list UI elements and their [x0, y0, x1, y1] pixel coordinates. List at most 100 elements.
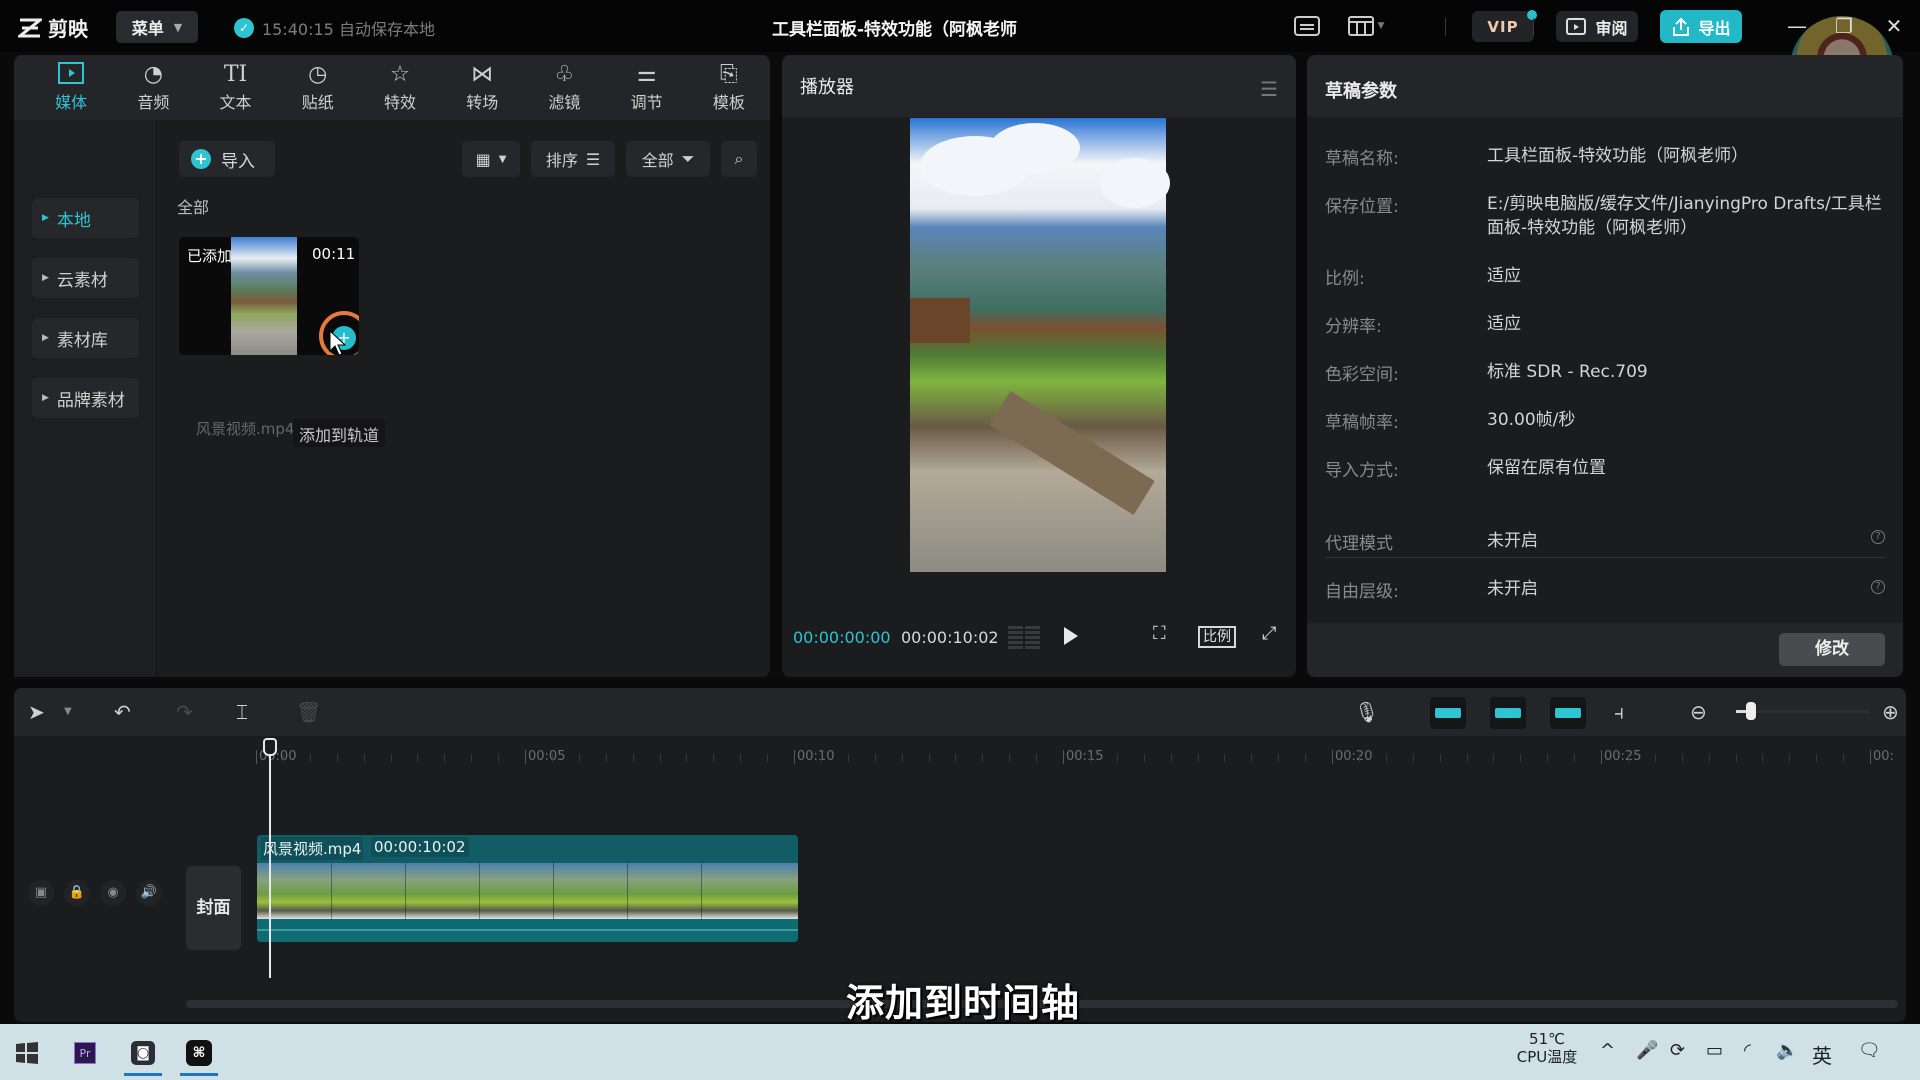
subtitle-shortcut-icon[interactable]	[1292, 14, 1322, 38]
battery-icon[interactable]: ▭	[1706, 1040, 1723, 1061]
taskbar-app-premiere[interactable]: Pr	[64, 1032, 106, 1074]
track-video-icon[interactable]: ▣	[28, 880, 54, 906]
sync-icon[interactable]: ⟳	[1670, 1040, 1685, 1061]
text-icon: TI	[223, 62, 248, 87]
zoom-out-icon[interactable]: ⊖	[1690, 700, 1707, 724]
import-button[interactable]: + 导入	[179, 141, 275, 177]
volume-icon[interactable]: 🔊	[136, 880, 162, 906]
view-mode-button[interactable]: ▦ ▼	[462, 141, 520, 177]
zoom-slider-handle[interactable]	[1746, 702, 1756, 720]
microphone-icon[interactable]: 🎤	[1636, 1040, 1658, 1061]
taskbar-app-capcut[interactable]: ⌘	[178, 1032, 220, 1076]
cover-button[interactable]: 封面	[186, 866, 241, 950]
filter-button[interactable]: 全部 ⏷	[626, 141, 710, 177]
tab-media[interactable]: 媒体	[30, 55, 112, 120]
param-value: 工具栏面板-特效功能（阿枫老师）	[1487, 146, 1749, 166]
notification-icon[interactable]: 🗨	[1858, 1040, 1881, 1061]
zoom-in-icon[interactable]: ⊕	[1882, 700, 1899, 724]
layout-icon[interactable]: ▼	[1342, 14, 1390, 38]
media-filename: 风景视频.mp4	[196, 420, 295, 438]
tab-audio[interactable]: ◔ 音频	[112, 55, 194, 120]
menu-icon[interactable]: ☰	[1260, 77, 1278, 101]
restore-icon[interactable]: ❐	[1829, 14, 1859, 38]
sidebar-item-library[interactable]: ▶ 素材库	[32, 318, 139, 358]
capcut-logo-icon	[18, 18, 42, 37]
upload-icon	[1673, 17, 1690, 36]
ruler-minor-tick	[1358, 754, 1360, 762]
minimize-icon[interactable]: —	[1782, 14, 1812, 38]
fullscreen-icon[interactable]: ⤢	[1262, 623, 1276, 644]
help-icon[interactable]: ?	[1871, 530, 1885, 544]
param-key: 保存位置:	[1325, 197, 1399, 217]
search-button[interactable]: ⌕	[721, 141, 757, 177]
playhead[interactable]	[269, 738, 271, 978]
asset-tabs: 媒体 ◔ 音频 TI 文本 ◷ 贴纸 ☆ 特效 ⋈ 转场 ♧ 滤镜 ⚌ 调节 ⎘…	[14, 55, 770, 120]
notification-dot	[1527, 10, 1537, 20]
waveform-line	[257, 929, 798, 931]
tab-text[interactable]: TI 文本	[194, 55, 276, 120]
start-button[interactable]	[6, 1032, 48, 1074]
ruler-minor-tick	[874, 754, 876, 762]
tab-template[interactable]: ⎘ 模板	[688, 55, 770, 120]
tab-effects[interactable]: ☆ 特效	[359, 55, 441, 120]
add-to-track-tooltip: 添加到轨道	[293, 419, 386, 447]
tab-label: 滤镜	[548, 93, 581, 112]
ruler-minor-tick	[847, 754, 849, 762]
review-button[interactable]: 审阅	[1556, 11, 1638, 42]
menu-button[interactable]: 菜单 ▼	[116, 11, 198, 43]
close-icon[interactable]: ✕	[1879, 14, 1909, 38]
ruler-minor-tick	[1143, 754, 1145, 762]
search-icon: ⌕	[734, 149, 744, 168]
ruler-minor-tick	[1251, 754, 1253, 762]
play-icon[interactable]	[1064, 627, 1078, 645]
taskbar-app-camera[interactable]: ◙	[122, 1032, 164, 1076]
preview-axis-icon[interactable]: ⫞	[1614, 700, 1624, 724]
sort-button[interactable]: 排序 ☰	[531, 141, 615, 177]
time-ruler[interactable]: 00:00 00:05 00:10 00:15 00:20 00:25 00:	[14, 736, 1906, 770]
auto-snap-button[interactable]	[1490, 697, 1526, 729]
redo-icon: ↷	[176, 700, 193, 724]
media-panel: 媒体 ◔ 音频 TI 文本 ◷ 贴纸 ☆ 特效 ⋈ 转场 ♧ 滤镜 ⚌ 调节 ⎘…	[14, 55, 770, 677]
zoom-slider-track[interactable]	[1736, 710, 1870, 713]
undo-icon[interactable]: ↶	[114, 700, 131, 724]
param-row: 草稿帧率: 30.00帧/秒	[1325, 408, 1885, 433]
speaker-icon[interactable]: 🔈	[1776, 1040, 1798, 1061]
param-key: 草稿名称:	[1325, 149, 1399, 169]
zoom-preview-icon[interactable]: ⛶	[1153, 623, 1166, 644]
sidebar-item-brand[interactable]: ▶ 品牌素材	[32, 378, 139, 418]
tab-transition[interactable]: ⋈ 转场	[441, 55, 523, 120]
param-row: 比例: 适应	[1325, 264, 1885, 289]
tab-label: 贴纸	[301, 93, 334, 112]
split-icon[interactable]: ⌶	[236, 700, 248, 724]
vip-button[interactable]: VIP	[1472, 11, 1534, 42]
export-button[interactable]: 导出	[1660, 10, 1742, 43]
video-preview[interactable]	[910, 118, 1170, 572]
tab-filter[interactable]: ♧ 滤镜	[523, 55, 605, 120]
frame-separator	[331, 863, 332, 919]
sidebar-item-cloud[interactable]: ▶ 云素材	[32, 258, 139, 298]
tab-adjust[interactable]: ⚌ 调节	[606, 55, 688, 120]
capcut-icon: ⌘	[186, 1040, 212, 1066]
chevron-down-icon[interactable]: ▼	[64, 706, 72, 717]
help-icon[interactable]: ?	[1871, 580, 1885, 594]
eye-icon[interactable]: ◉	[100, 880, 126, 906]
linkage-button[interactable]	[1550, 697, 1586, 729]
preview-cloud	[990, 123, 1080, 173]
ime-indicator[interactable]: 英	[1812, 1040, 1832, 1069]
param-value: 30.00帧/秒	[1487, 410, 1576, 430]
playhead-handle[interactable]	[263, 738, 277, 756]
select-tool-icon[interactable]: ➤	[28, 700, 45, 724]
main-track-magnet-button[interactable]	[1430, 697, 1466, 729]
ruler-minor-tick	[1278, 754, 1280, 762]
sidebar-item-local[interactable]: ▶ 本地	[32, 198, 139, 238]
aspect-ratio-button[interactable]: 比例	[1198, 626, 1236, 648]
tab-sticker[interactable]: ◷ 贴纸	[277, 55, 359, 120]
param-value: 适应	[1487, 314, 1521, 334]
wifi-icon[interactable]: ◜	[1744, 1040, 1751, 1061]
modify-button[interactable]: 修改	[1779, 633, 1885, 666]
tab-label: 转场	[466, 93, 499, 112]
chevron-up-icon[interactable]: ^	[1600, 1040, 1615, 1061]
video-clip[interactable]: 风景视频.mp4 00:00:10:02	[257, 835, 798, 942]
microphone-icon[interactable]: 🎙	[1354, 700, 1379, 724]
lock-icon[interactable]: 🔒	[64, 880, 90, 906]
